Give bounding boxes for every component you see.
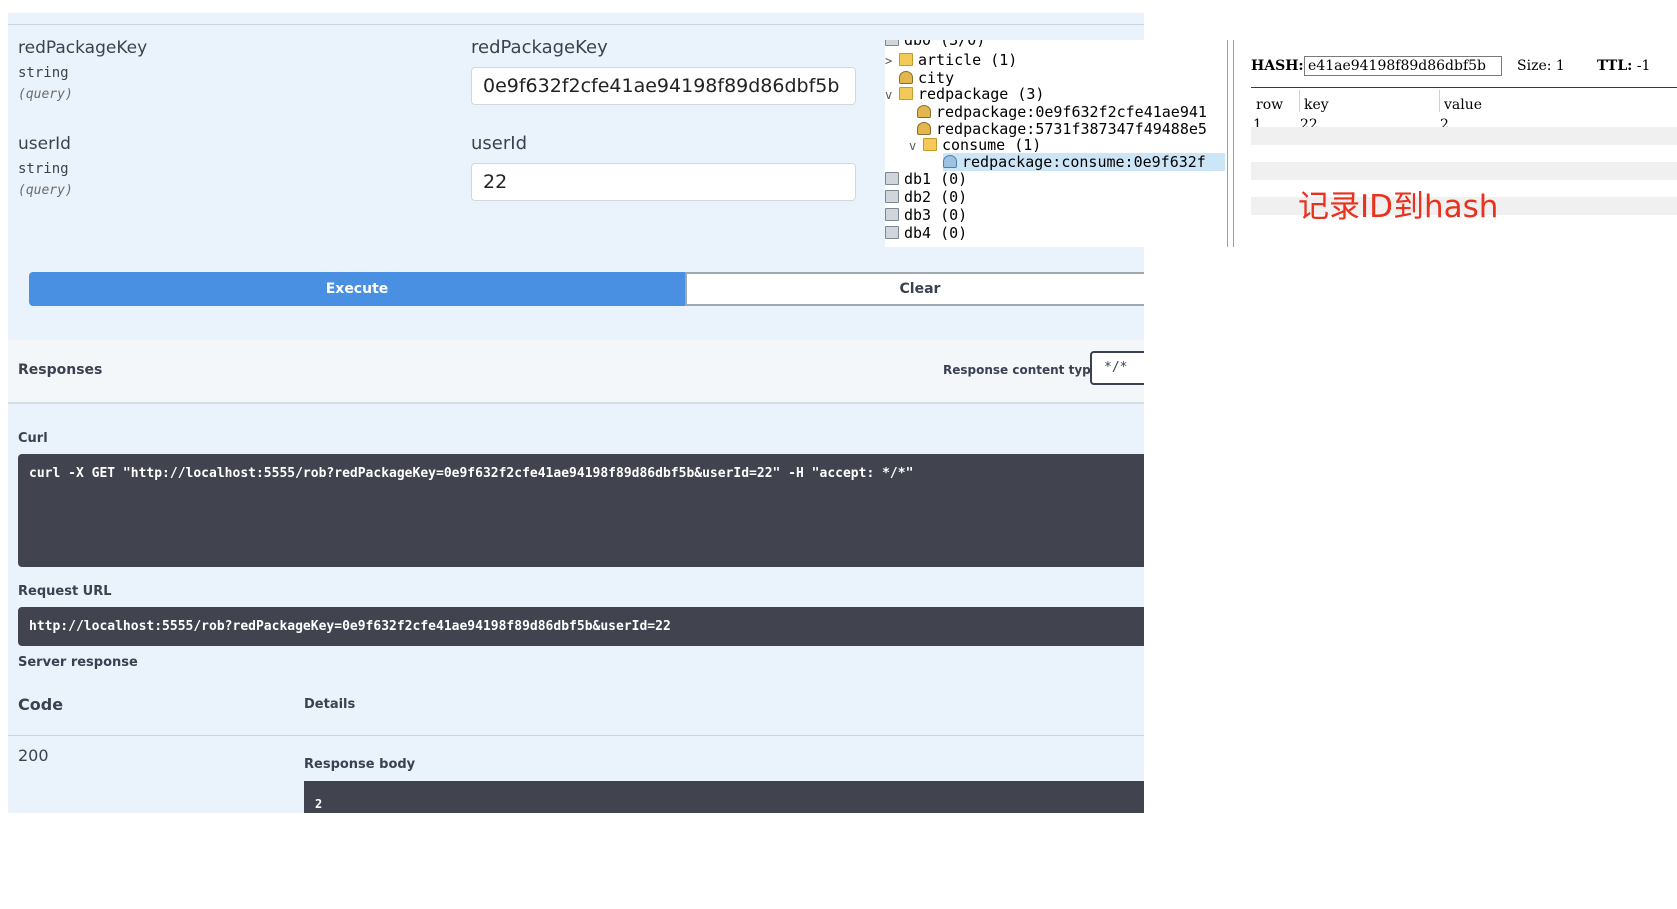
- code-header: Code: [18, 695, 64, 714]
- content-type-select[interactable]: */*: [1090, 351, 1144, 385]
- key-icon: [943, 155, 957, 168]
- hash-label: HASH:: [1251, 58, 1304, 74]
- request-url: http://localhost:5555/rob?redPackageKey=…: [18, 607, 1144, 646]
- database-icon: [885, 226, 899, 239]
- param-type-redpackagekey: string: [18, 65, 69, 81]
- tree-item-db4[interactable]: db4 (0): [885, 224, 967, 242]
- response-row-divider: [8, 735, 1144, 736]
- clear-button[interactable]: Clear: [685, 272, 1144, 306]
- column-header-key[interactable]: key: [1304, 97, 1329, 113]
- key-icon: [917, 122, 931, 135]
- response-body-label: Response body: [304, 757, 416, 772]
- param-in-redpackagekey: (query): [18, 87, 73, 102]
- response-code: 200: [18, 746, 49, 765]
- tree-item-db3[interactable]: db3 (0): [885, 206, 967, 224]
- key-icon: [899, 71, 913, 84]
- tree-item-redpackage-key-1[interactable]: redpackage:0e9f632f2cfe41ae941: [917, 103, 1207, 121]
- ttl-value: -1: [1636, 58, 1651, 74]
- param-in-userid: (query): [18, 183, 73, 198]
- param-name-userid: userId: [18, 134, 71, 154]
- curl-command: curl -X GET "http://localhost:5555/rob?r…: [18, 454, 1144, 567]
- tree-item-db1[interactable]: db1 (0): [885, 170, 967, 188]
- size-label: Size: 1: [1517, 58, 1565, 74]
- chevron-down-icon[interactable]: v: [909, 137, 923, 155]
- redpackagekey-input[interactable]: [471, 67, 856, 105]
- folder-icon: [923, 138, 937, 151]
- column-header-row[interactable]: row: [1256, 97, 1283, 113]
- folder-icon: [899, 87, 913, 100]
- responses-title: Responses: [18, 362, 103, 378]
- content-type-label: Response content type: [943, 363, 1099, 377]
- table-stripe: [1251, 162, 1677, 180]
- tree-item-redpackage[interactable]: v redpackage (3): [885, 85, 1044, 103]
- splitter-line[interactable]: [1233, 40, 1234, 247]
- tree-item-consume[interactable]: v consume (1): [909, 136, 1041, 154]
- database-icon: [885, 190, 899, 203]
- field-label-userid: userId: [471, 133, 527, 154]
- tree-item-db0[interactable]: db0 (3/0): [885, 40, 985, 49]
- userid-input[interactable]: [471, 163, 856, 201]
- hash-key-field[interactable]: e41ae94198f89d86dbf5b: [1304, 56, 1502, 76]
- hash-separator: [1251, 87, 1677, 88]
- column-divider[interactable]: [1439, 90, 1440, 112]
- splitter-line[interactable]: [1227, 40, 1228, 247]
- responses-header: Responses Response content type */*: [8, 340, 1144, 404]
- request-url-label: Request URL: [18, 584, 112, 599]
- chevron-down-icon[interactable]: v: [885, 86, 899, 104]
- tree-item-article[interactable]: > article (1): [885, 51, 1017, 69]
- field-label-redpackagekey: redPackageKey: [471, 37, 608, 58]
- details-header: Details: [304, 697, 356, 712]
- chevron-right-icon[interactable]: >: [885, 52, 899, 70]
- ttl-label: TTL: -1: [1597, 58, 1650, 74]
- column-header-value[interactable]: value: [1444, 97, 1482, 113]
- database-icon: [885, 172, 899, 185]
- tree-item-consume-key[interactable]: redpackage:consume:0e9f632f: [943, 153, 1225, 171]
- top-divider: [8, 24, 1144, 25]
- ttl-label-text: TTL:: [1597, 58, 1633, 74]
- database-icon: [885, 208, 899, 221]
- key-icon: [917, 105, 931, 118]
- response-body: 2: [304, 781, 1144, 813]
- param-type-userid: string: [18, 161, 69, 177]
- execute-button[interactable]: Execute: [29, 272, 685, 306]
- server-response-label: Server response: [18, 655, 138, 670]
- redis-key-tree: db0 (3/0) > article (1) city v redpackage …: [885, 40, 1225, 247]
- column-divider[interactable]: [1299, 90, 1300, 112]
- param-name-redpackagekey: redPackageKey: [18, 38, 148, 58]
- annotation-text: 记录ID到hash: [1298, 189, 1499, 225]
- curl-label: Curl: [18, 431, 48, 446]
- table-stripe: [1251, 127, 1677, 145]
- database-icon: [885, 40, 899, 46]
- folder-icon: [899, 53, 913, 66]
- tree-item-db2[interactable]: db2 (0): [885, 188, 967, 206]
